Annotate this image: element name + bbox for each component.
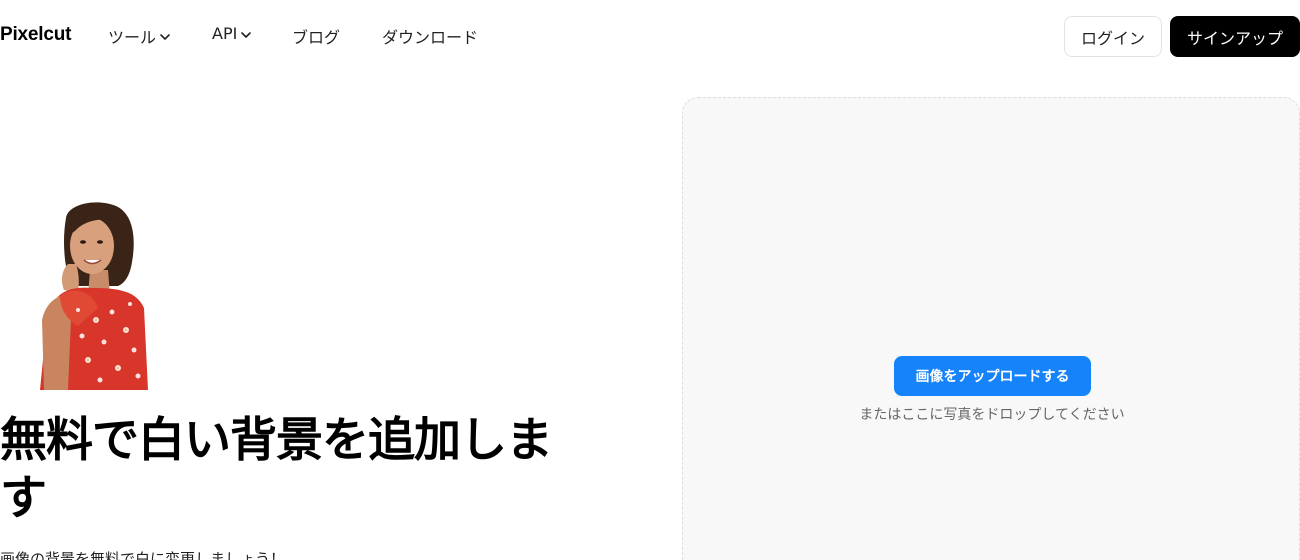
- top-nav: Pixelcut ツール API ブログ ダウンロード ログイン サインアップ: [0, 0, 1300, 72]
- nav-download[interactable]: ダウンロード: [382, 24, 478, 48]
- logo[interactable]: Pixelcut: [0, 24, 71, 46]
- upload-dropzone[interactable]: 画像をアップロードする またはここに写真をドロップしてください: [682, 97, 1300, 560]
- login-button[interactable]: ログイン: [1064, 16, 1162, 57]
- hero-subtitle: 画像の背景を無料で白に変更しましょう！: [0, 550, 286, 560]
- signup-button[interactable]: サインアップ: [1170, 16, 1300, 57]
- upload-image-button[interactable]: 画像をアップロードする: [894, 356, 1091, 396]
- chevron-down-icon: [241, 31, 252, 38]
- person-cutout-image: [40, 202, 148, 390]
- nav-api[interactable]: API: [212, 24, 252, 43]
- nav-download-label: ダウンロード: [382, 28, 479, 47]
- nav-api-label: API: [212, 24, 238, 43]
- hero-title: 無料で白い背景を追加します: [0, 413, 553, 526]
- nav-tools[interactable]: ツール: [108, 24, 171, 48]
- nav-blog[interactable]: ブログ: [292, 24, 340, 48]
- drop-hint: またはここに写真をドロップしてください: [859, 407, 1125, 423]
- chevron-down-icon: [160, 34, 170, 40]
- nav-tools-label: ツール: [108, 28, 157, 47]
- nav-blog-label: ブログ: [292, 28, 341, 47]
- page: Pixelcut ツール API ブログ ダウンロード ログイン サインアップ: [0, 0, 1300, 560]
